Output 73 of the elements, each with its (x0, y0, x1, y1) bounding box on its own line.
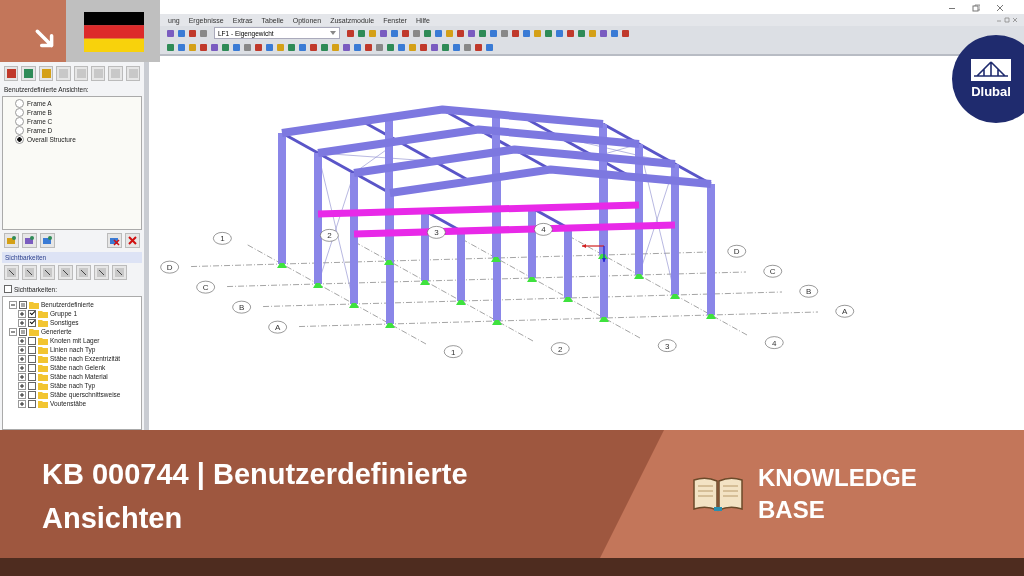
checkbox[interactable] (19, 300, 27, 309)
expander-icon[interactable] (18, 381, 26, 390)
open-book-icon (692, 474, 744, 514)
expander-icon[interactable] (18, 363, 26, 372)
add-view-icon[interactable] (40, 233, 55, 248)
checkbox[interactable] (28, 318, 36, 327)
expander-icon[interactable] (18, 318, 26, 327)
add-view-icon[interactable] (22, 233, 37, 248)
caret-icon (330, 31, 336, 35)
visibility-tool-icon[interactable] (58, 265, 73, 280)
expander-icon[interactable] (9, 327, 17, 336)
expander-icon[interactable] (18, 345, 26, 354)
checkbox[interactable] (28, 336, 36, 345)
visibility-tool-icon[interactable] (22, 265, 37, 280)
expander-icon[interactable] (18, 372, 26, 381)
checkbox[interactable] (28, 345, 36, 354)
visibility-tool-icon[interactable] (40, 265, 55, 280)
checkbox[interactable] (4, 285, 12, 293)
grid-label: B (799, 284, 819, 298)
grid-label: 4 (764, 336, 784, 349)
visibility-tool-icon[interactable] (4, 265, 19, 280)
coordinate-axes-icon (581, 244, 606, 263)
checkbox[interactable] (19, 327, 27, 336)
view-tool-icon[interactable] (4, 66, 19, 81)
expander-icon[interactable] (9, 300, 17, 309)
radio-button[interactable] (15, 135, 24, 144)
view-tool-icon[interactable] (38, 66, 54, 81)
radio-button[interactable] (15, 99, 24, 108)
expander-icon[interactable] (18, 309, 26, 318)
expander-icon[interactable] (18, 354, 26, 363)
delete-icon[interactable] (125, 233, 140, 248)
visibility-tool-icon[interactable] (112, 265, 127, 280)
badge-text: KNOWLEDGE BASE (758, 463, 918, 525)
grid-label: A (835, 304, 855, 318)
radio-button[interactable] (15, 117, 24, 126)
close-icon[interactable] (996, 4, 1004, 12)
arrow-down-right-icon (34, 28, 56, 50)
grid-label: 3 (427, 226, 446, 239)
expander-icon[interactable] (18, 390, 26, 399)
grid-label: 1 (213, 232, 232, 245)
checkbox[interactable] (28, 372, 36, 381)
grid-label: C (196, 280, 215, 294)
delete-view-icon[interactable] (107, 233, 122, 248)
visibility-tool-icon[interactable] (94, 265, 109, 280)
checkbox[interactable] (28, 381, 36, 390)
flag-icon (83, 12, 145, 52)
checkbox[interactable] (28, 390, 36, 399)
grid-label: C (763, 264, 783, 278)
expander-icon[interactable] (18, 399, 26, 408)
grid-label: A (268, 320, 287, 334)
window-controls-icon[interactable] (996, 17, 1018, 23)
checkbox[interactable] (28, 363, 36, 372)
grid-label: 1 (443, 345, 463, 358)
visibility-tool-icon[interactable] (76, 265, 91, 280)
bridge-icon (971, 59, 1011, 81)
checkbox[interactable] (28, 399, 36, 408)
grid-label: D (160, 260, 179, 274)
radio-button[interactable] (15, 108, 24, 117)
grid-label: B (232, 300, 251, 314)
restore-icon[interactable] (972, 4, 980, 12)
checkbox[interactable] (28, 309, 36, 318)
add-view-icon[interactable] (4, 233, 19, 248)
article-title: KB 000744 | Benutzerdefinierte Ansichten (41, 457, 469, 536)
expander-icon[interactable] (18, 336, 26, 345)
grid-label: 3 (657, 339, 677, 352)
radio-button[interactable] (15, 126, 24, 135)
grid-label: D (727, 244, 747, 258)
grid-label: 2 (320, 229, 339, 242)
view-tool-icon[interactable] (21, 66, 36, 81)
checkbox[interactable] (28, 354, 36, 363)
grid-label: 2 (550, 342, 570, 355)
grid-label: 4 (534, 223, 553, 236)
logo-text: Dlubal (971, 84, 1011, 99)
